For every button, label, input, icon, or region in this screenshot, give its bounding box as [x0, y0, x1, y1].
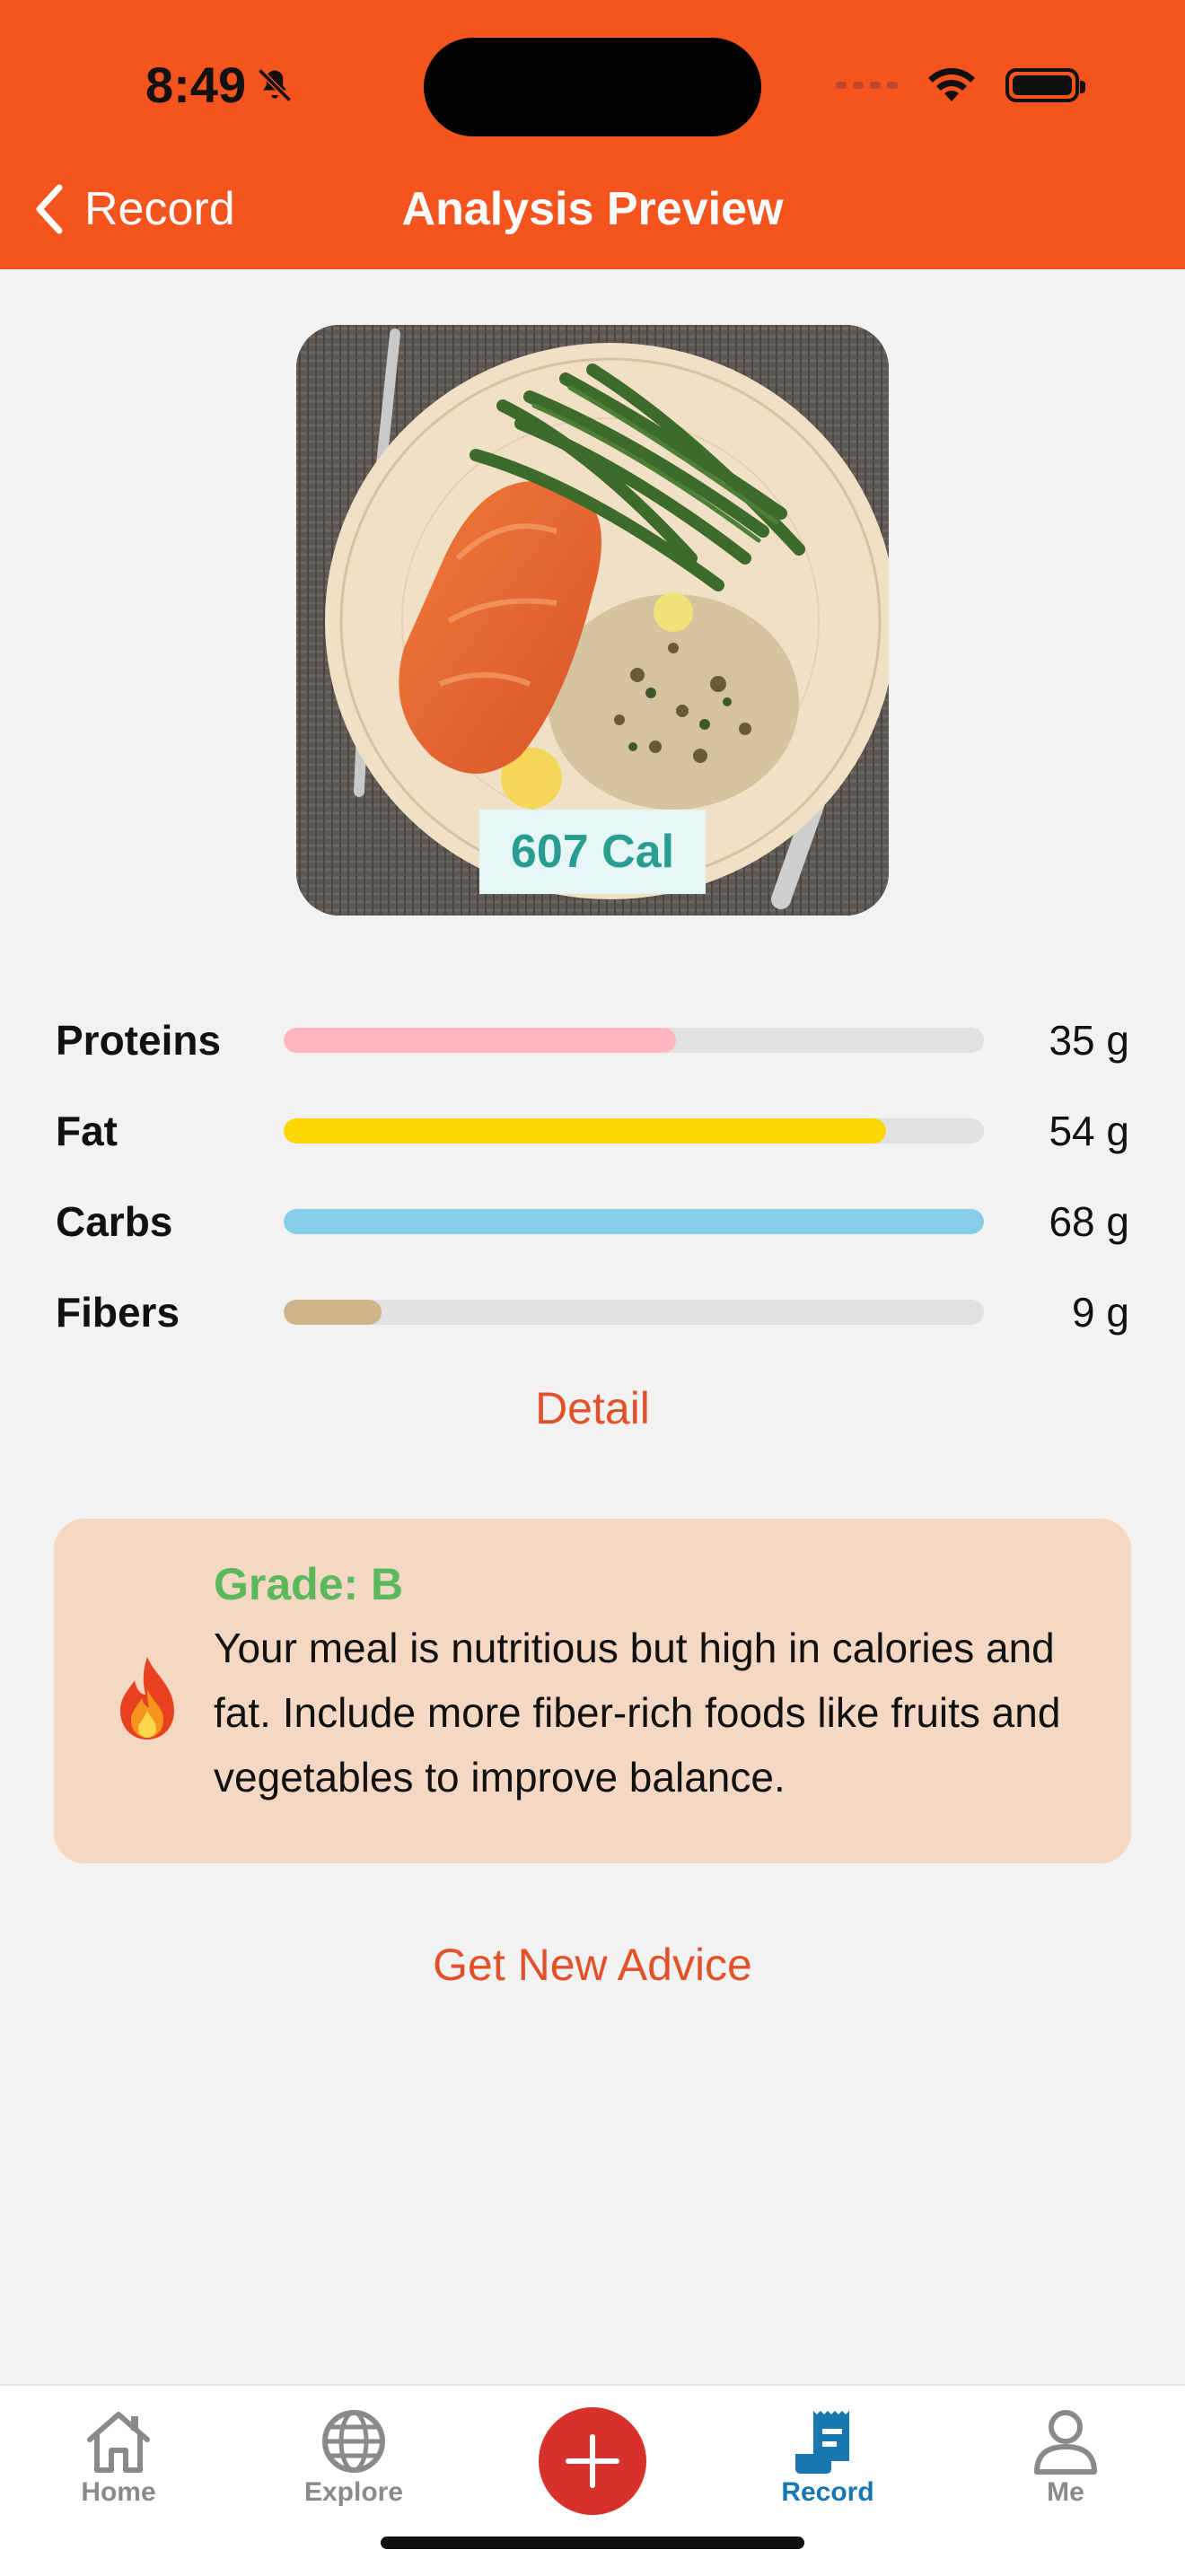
grade-label: Grade: B	[214, 1559, 404, 1609]
tab-me[interactable]: Me	[976, 2407, 1155, 2515]
header: 8:49 Record Analysis Preview	[0, 0, 1185, 269]
nutrient-row-fibers: Fibers 9 g	[56, 1266, 1129, 1357]
tab-explore-label: Explore	[303, 2477, 404, 2507]
add-meal-button[interactable]	[539, 2407, 646, 2515]
tab-record[interactable]: Record	[738, 2407, 917, 2515]
tab-record-label: Record	[781, 2477, 874, 2507]
bell-slash-icon	[258, 68, 292, 102]
tab-home[interactable]: Home	[29, 2407, 208, 2515]
advice-text: Your meal is nutritious but high in calo…	[214, 1625, 1061, 1801]
nutrient-label: Carbs	[56, 1197, 173, 1245]
fire-icon	[120, 1657, 174, 1739]
home-icon	[87, 2412, 150, 2473]
tab-me-label: Me	[1047, 2477, 1084, 2507]
nutrient-bar-fill	[284, 1299, 382, 1325]
advice-card: Grade: B Your meal is nutritious but hig…	[54, 1519, 1131, 1863]
nutrient-list: Proteins 35 g Fat 54 g Carbs 68 g Fibers…	[56, 994, 1129, 1357]
calories-badge: 607 Cal	[479, 810, 706, 894]
nutrient-bar-track	[284, 1117, 984, 1143]
tab-explore[interactable]: Explore	[264, 2407, 443, 2515]
receipt-icon	[795, 2411, 849, 2474]
detail-link[interactable]: Detail	[0, 1382, 1185, 1434]
person-icon	[1034, 2410, 1097, 2475]
battery-icon	[1005, 68, 1085, 102]
nutrient-value: 54 g	[1049, 1107, 1129, 1154]
nutrient-bar-fill	[284, 1027, 676, 1053]
page-title: Analysis Preview	[401, 183, 784, 235]
home-indicator	[381, 2537, 804, 2549]
status-indicators	[836, 63, 1085, 108]
nutrient-label: Proteins	[56, 1016, 222, 1064]
nutrient-bar-track	[284, 1299, 984, 1325]
nutrient-value: 35 g	[1049, 1016, 1129, 1064]
wifi-icon	[928, 67, 975, 101]
nutrient-row-carbs: Carbs 68 g	[56, 1176, 1129, 1266]
nutrient-row-fat: Fat 54 g	[56, 1085, 1129, 1176]
status-time: 8:49	[145, 54, 294, 117]
nutrient-value: 68 g	[1049, 1197, 1129, 1245]
nutrient-row-proteins: Proteins 35 g	[56, 994, 1129, 1085]
nutrient-label: Fat	[56, 1107, 118, 1154]
tab-home-label: Home	[81, 2477, 156, 2507]
nutrient-label: Fibers	[56, 1288, 180, 1336]
get-new-advice-button[interactable]: Get New Advice	[0, 1939, 1185, 1991]
signal-icon	[836, 82, 898, 89]
dynamic-island	[424, 38, 761, 136]
nutrient-bar-track	[284, 1027, 984, 1053]
status-time-label: 8:49	[145, 57, 247, 113]
nutrient-bar-fill	[284, 1117, 886, 1143]
globe-icon	[322, 2410, 385, 2473]
nutrient-bar-fill	[284, 1208, 984, 1234]
nutrient-bar-track	[284, 1208, 984, 1234]
nutrient-value: 9 g	[1072, 1288, 1129, 1336]
